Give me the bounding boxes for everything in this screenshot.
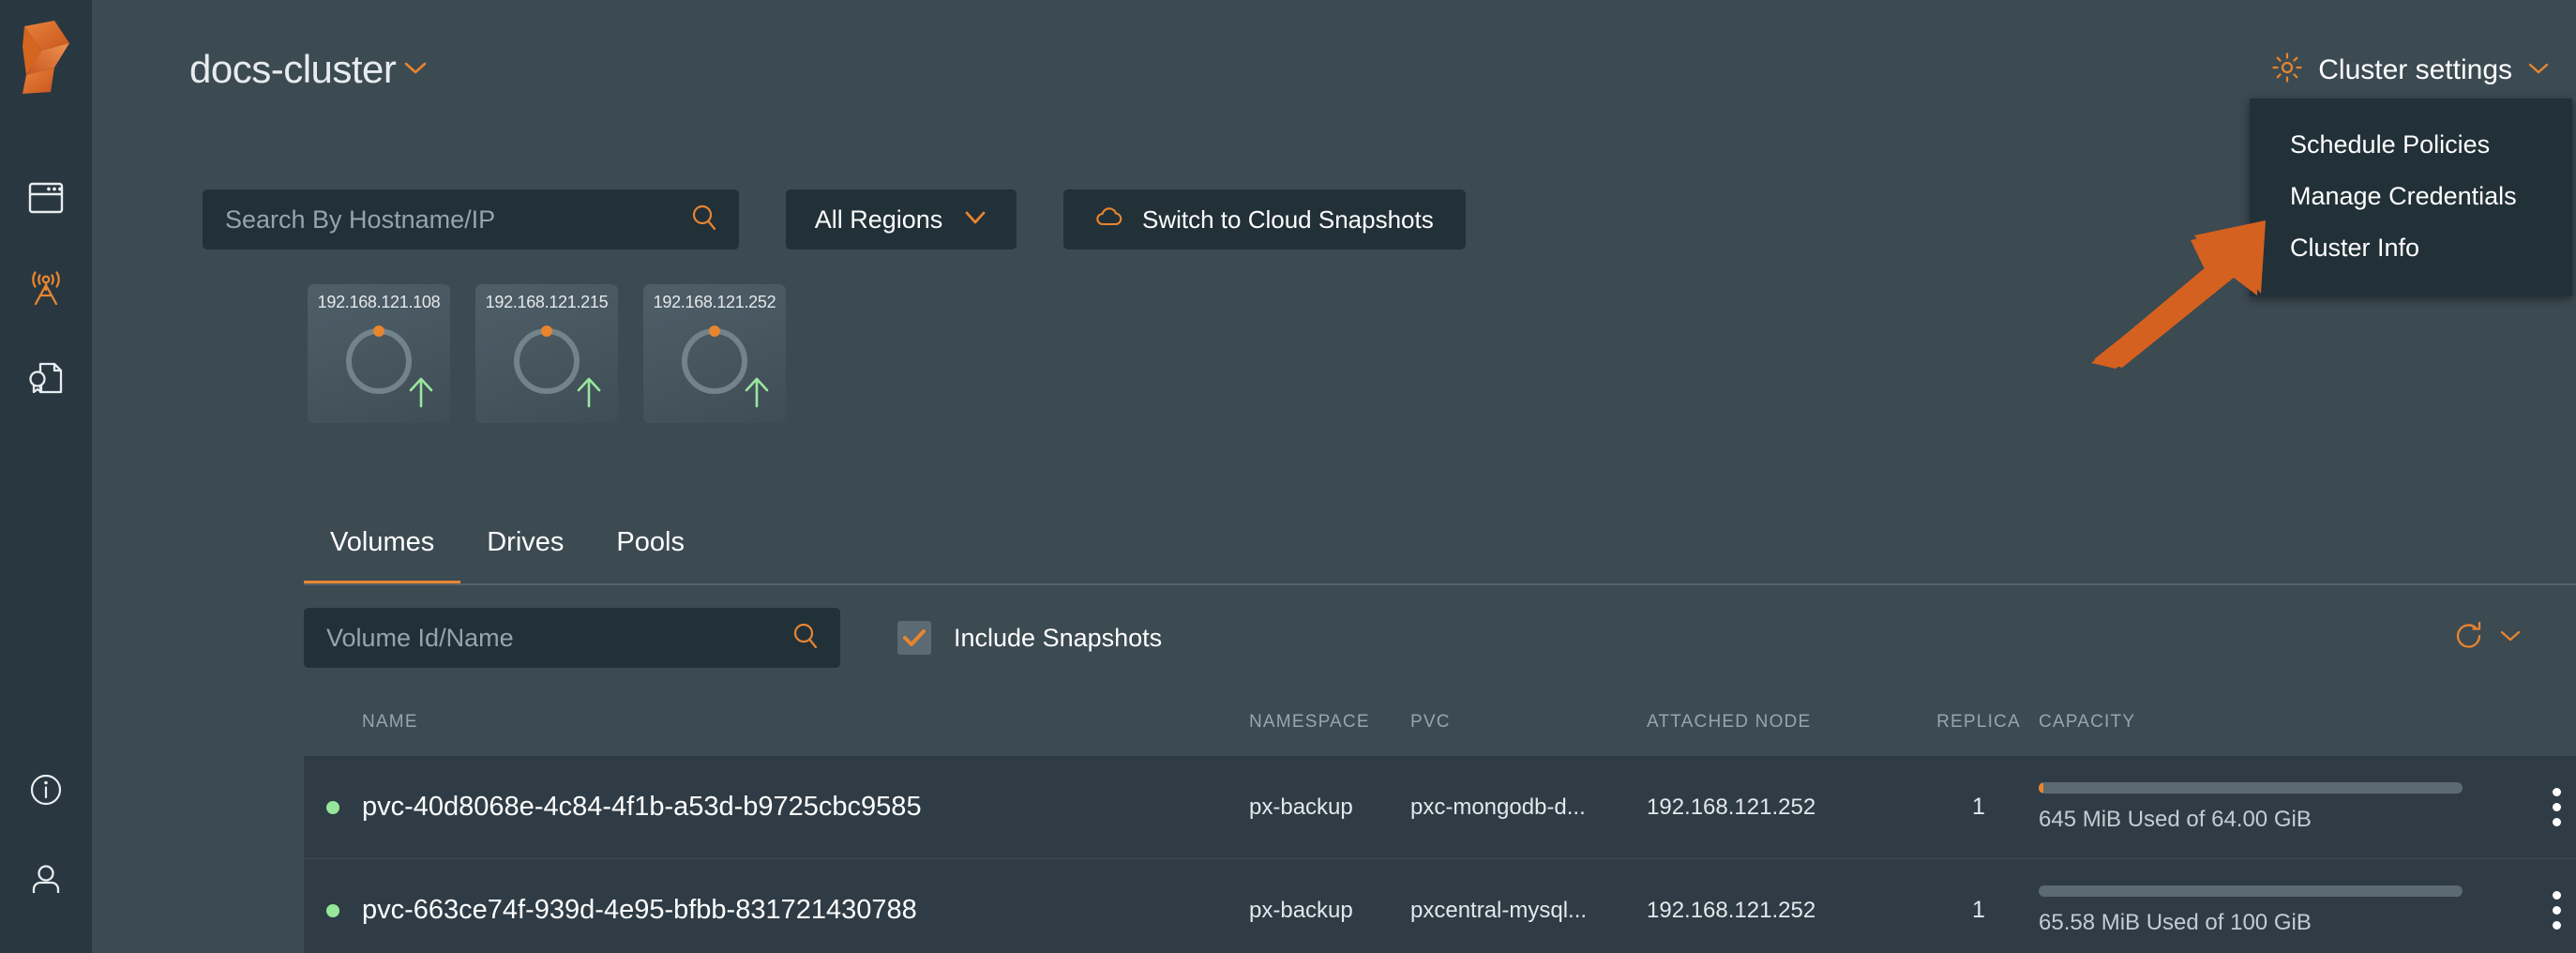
row-status [304,801,362,814]
node-card[interactable]: 192.168.121.215 [475,284,618,423]
sidebar-item-cluster[interactable] [0,155,92,245]
refresh-icon[interactable] [2452,619,2486,658]
table-row[interactable]: pvc-663ce74f-939d-4e95-bfbb-831721430788… [304,858,2576,953]
row-attached-node: 192.168.121.252 [1647,898,1919,924]
header-name: NAME [362,712,1249,733]
tab-volumes[interactable]: Volumes [304,527,460,582]
node-card[interactable]: 192.168.121.108 [308,284,450,423]
region-select[interactable]: All Regions [786,189,1017,250]
node-ip: 192.168.121.108 [308,293,450,312]
header-namespace: NAMESPACE [1249,712,1410,733]
arrow-up-icon [575,375,603,414]
menu-item-manage-credentials[interactable]: Manage Credentials [2250,171,2572,222]
capacity-bar [2039,885,2463,897]
status-dot [326,801,339,814]
row-volume-name: pvc-40d8068e-4c84-4f1b-a53d-b9725cbc9585 [362,792,1249,823]
checkbox-box[interactable] [897,621,931,655]
chevron-down-icon [963,209,987,230]
row-pvc: pxcentral-mysql... [1410,898,1647,924]
header-pvc: PVC [1410,712,1647,733]
cluster-settings-menu: Schedule Policies Manage Credentials Clu… [2250,98,2572,296]
row-namespace: px-backup [1249,898,1410,924]
row-replica: 1 [1919,897,2039,924]
portworx-logo[interactable] [17,19,75,96]
row-actions[interactable] [2500,891,2576,930]
arrow-up-icon [743,375,771,414]
row-volume-name: pvc-663ce74f-939d-4e95-bfbb-831721430788 [362,895,1249,926]
chevron-down-icon [403,60,428,80]
capacity-fill [2039,782,2043,794]
row-attached-node: 192.168.121.252 [1647,794,1919,821]
tab-pools[interactable]: Pools [590,527,711,582]
capacity-bar [2039,782,2463,794]
gear-icon [2271,52,2303,88]
row-actions[interactable] [2500,788,2576,826]
capacity-text: 65.58 MiB Used of 100 GiB [2039,910,2463,936]
cluster-settings-button[interactable]: Cluster settings [2271,52,2550,88]
status-dot [326,904,339,917]
cloud-icon [1095,206,1123,234]
search-icon[interactable] [791,622,820,655]
tab-divider [304,583,2576,585]
table-header-row: NAME NAMESPACE PVC ATTACHED NODE REPLICA… [304,689,2576,755]
cluster-settings-label: Cluster settings [2318,54,2512,86]
volume-search-input[interactable] [326,624,791,653]
tab-bar: Volumes Drives Pools [304,527,711,582]
node-ip: 192.168.121.215 [475,293,618,312]
kebab-menu-icon[interactable] [2553,788,2561,826]
volume-filter-row: Include Snapshots [304,608,1162,668]
row-replica: 1 [1919,794,2039,821]
sidebar-item-account[interactable] [0,837,92,927]
hostname-search-box[interactable] [203,189,739,250]
header-attached-node: ATTACHED NODE [1647,712,1919,733]
antenna-icon [26,269,66,311]
sidebar-item-monitoring[interactable] [0,245,92,335]
document-badge-icon [27,359,65,401]
cloud-button-label: Switch to Cloud Snapshots [1142,205,1434,234]
row-capacity: 65.58 MiB Used of 100 GiB [2039,885,2500,936]
main-content: docs-cluster Cluster settings [92,0,2576,953]
search-input[interactable] [225,205,690,234]
menu-item-cluster-info[interactable]: Cluster Info [2250,222,2572,274]
switch-to-cloud-snapshots-button[interactable]: Switch to Cloud Snapshots [1063,189,1466,250]
sidebar-item-info[interactable] [0,747,92,837]
row-namespace: px-backup [1249,794,1410,821]
table-row[interactable]: pvc-40d8068e-4c84-4f1b-a53d-b9725cbc9585… [304,755,2576,858]
kebab-menu-icon[interactable] [2553,891,2561,930]
node-card[interactable]: 192.168.121.252 [643,284,786,423]
sidebar-bottom-nav [0,747,92,927]
row-status [304,904,362,917]
node-ip: 192.168.121.252 [643,293,786,312]
row-capacity: 645 MiB Used of 64.00 GiB [2039,782,2500,833]
page-title: docs-cluster [189,47,396,92]
header-replica: REPLICA [1919,712,2039,733]
window-icon [28,182,64,219]
chevron-down-icon [2527,61,2550,80]
include-snapshots-checkbox[interactable]: Include Snapshots [897,621,1162,655]
include-snapshots-label: Include Snapshots [954,624,1162,653]
node-cards: 192.168.121.108 192.168.121.215 [308,284,786,423]
menu-item-schedule-policies[interactable]: Schedule Policies [2250,119,2572,171]
volumes-table: NAME NAMESPACE PVC ATTACHED NODE REPLICA… [304,689,2576,953]
info-circle-icon [28,772,64,812]
arrow-up-icon [407,375,435,414]
sidebar-item-license[interactable] [0,335,92,425]
tab-drives[interactable]: Drives [460,527,590,582]
search-icon[interactable] [690,204,718,236]
cluster-title-dropdown[interactable]: docs-cluster [189,47,428,92]
capacity-text: 645 MiB Used of 64.00 GiB [2039,807,2463,833]
sidebar [0,0,92,953]
toolbar: All Regions Switch to Cloud Snapshots [203,189,1466,250]
sidebar-nav [0,155,92,425]
region-select-value: All Regions [815,205,943,234]
volume-search-box[interactable] [304,608,840,668]
chevron-down-icon[interactable] [2499,628,2522,647]
app-root: docs-cluster Cluster settings [0,0,2576,953]
refresh-control[interactable] [2452,608,2522,668]
row-pvc: pxc-mongodb-d... [1410,794,1647,821]
header-capacity: CAPACITY [2039,712,2500,733]
user-icon [28,862,64,902]
